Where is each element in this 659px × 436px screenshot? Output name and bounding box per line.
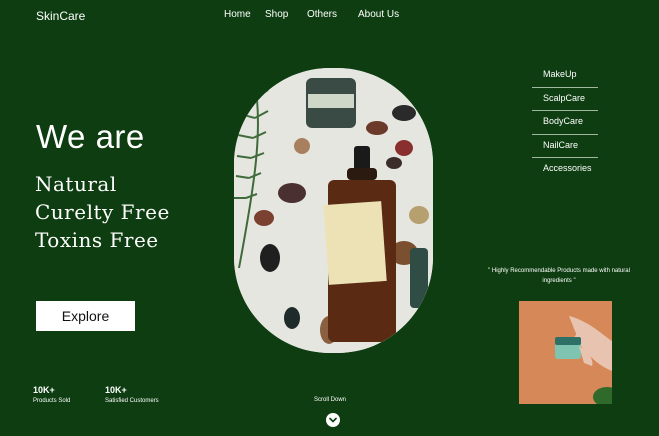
chevron-down-icon: [329, 417, 337, 423]
category-makeup[interactable]: MakeUp: [532, 64, 598, 88]
recommendation-quote: " Highly Recommendable Products made wit…: [488, 268, 630, 284]
hero-product-image: [234, 68, 433, 353]
scroll-down-button[interactable]: [326, 413, 340, 427]
stat-value: 10K+: [33, 385, 55, 395]
category-scalpcare[interactable]: ScalpCare: [532, 88, 598, 111]
hero-tagline-natural: Natural: [35, 172, 117, 196]
nav-home-link[interactable]: Home: [224, 9, 251, 20]
category-bodycare[interactable]: BodyCare: [532, 111, 598, 135]
category-list: MakeUp ScalpCare BodyCare NailCare Acces…: [532, 64, 598, 182]
stat-label: Satisfied Customers: [105, 398, 159, 404]
category-nailcare[interactable]: NailCare: [532, 135, 598, 158]
stat-satisfied-customers: 10K+ Satisfied Customers: [105, 385, 159, 404]
hero-headline: We are: [36, 118, 145, 155]
product-hand-image: [519, 301, 612, 404]
stat-label: Products Sold: [33, 398, 71, 404]
nav-about-link[interactable]: About Us: [358, 9, 399, 20]
hero-taglines: Natural Curelty Free Toxins Free: [35, 170, 170, 254]
brand-logo[interactable]: SkinCare: [36, 9, 85, 23]
stat-products-sold: 10K+ Products Sold: [33, 385, 70, 404]
category-accessories[interactable]: Accessories: [532, 158, 598, 182]
scroll-down-label: Scroll Down: [314, 397, 347, 403]
hero-tagline-toxins-free: Toxins Free: [35, 228, 159, 252]
explore-button[interactable]: Explore: [36, 301, 135, 331]
nav-others-link[interactable]: Others: [307, 9, 337, 20]
nav-shop-link[interactable]: Shop: [265, 9, 288, 20]
hero-tagline-cruelty-free: Curelty Free: [35, 200, 170, 224]
stat-value: 10K+: [105, 385, 127, 395]
